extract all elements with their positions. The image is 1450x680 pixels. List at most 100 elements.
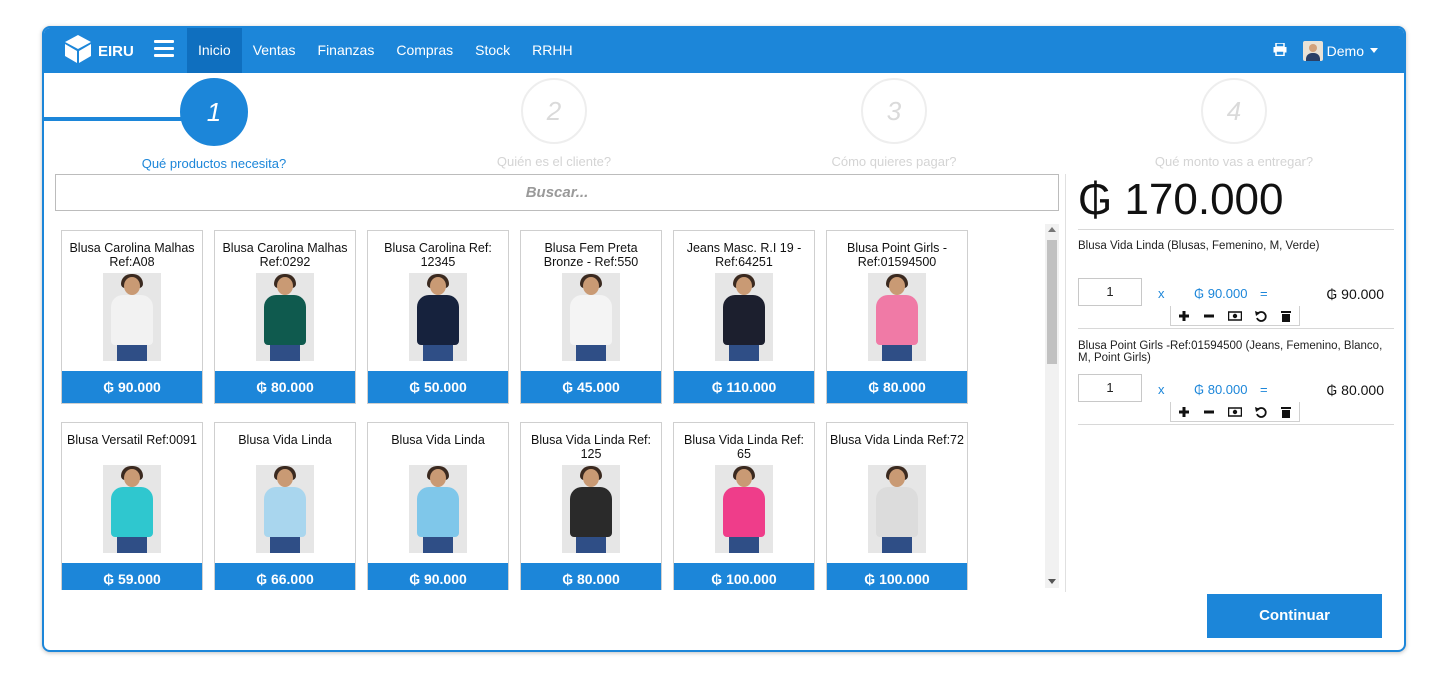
product-price[interactable]: ₲ 50.000 [368, 371, 508, 403]
product-grid-scrollbar[interactable] [1045, 224, 1059, 588]
product-card[interactable]: Jeans Masc. R.I 19 - Ref:64251 ₲ 110.000 [673, 230, 815, 404]
product-price[interactable]: ₲ 80.000 [215, 371, 355, 403]
print-icon[interactable] [1273, 41, 1287, 59]
product-price[interactable]: ₲ 45.000 [521, 371, 661, 403]
multiply-sign: x [1158, 286, 1165, 301]
checkout-steps: 1 Qué productos necesita? 2 Quién es el … [44, 73, 1404, 173]
line-total: ₲ 80.000 [1326, 382, 1384, 398]
divider [1078, 424, 1394, 425]
product-name: Blusa Carolina Ref: 12345 [384, 241, 492, 269]
product-price[interactable]: ₲ 90.000 [62, 371, 202, 403]
product-price[interactable]: ₲ 100.000 [827, 563, 967, 590]
menu-item-inicio[interactable]: Inicio [187, 28, 242, 73]
product-card[interactable]: Blusa Vida Linda Ref:72 ₲ 100.000 [826, 422, 968, 590]
product-name: Blusa Vida Linda Ref: 65 [684, 433, 804, 461]
unit-price: ₲ 90.000 [1194, 286, 1248, 301]
chevron-down-icon[interactable] [1370, 48, 1378, 53]
menu-item-compras[interactable]: Compras [385, 28, 464, 73]
product-name: Blusa Fem Preta Bronze - Ref:550 [543, 241, 639, 269]
cart-item-actions [1170, 402, 1300, 422]
trash-icon[interactable] [1279, 309, 1293, 323]
app-window: EIRU Inicio Ventas Finanzas Compras Stoc… [42, 26, 1406, 652]
product-name: Blusa Vida Linda [238, 433, 332, 447]
step-number: 4 [1201, 78, 1267, 144]
plus-icon[interactable] [1177, 405, 1191, 419]
product-card[interactable]: Blusa Vida Linda ₲ 90.000 [367, 422, 509, 590]
main-menu: Inicio Ventas Finanzas Compras Stock RRH… [187, 28, 584, 73]
product-name: Blusa Point Girls - Ref:01594500 [846, 241, 948, 269]
undo-icon[interactable] [1254, 405, 1268, 419]
product-card[interactable]: Blusa Vida Linda Ref: 125 ₲ 80.000 [520, 422, 662, 590]
quantity-input[interactable]: 1 [1078, 374, 1142, 402]
continue-button[interactable]: Continuar [1207, 594, 1382, 638]
brand-name: EIRU [98, 42, 134, 60]
cash-icon[interactable] [1227, 405, 1243, 419]
undo-icon[interactable] [1254, 309, 1268, 323]
product-card[interactable]: Blusa Vida Linda ₲ 66.000 [214, 422, 356, 590]
product-name: Blusa Carolina Malhas Ref:A08 [69, 241, 195, 269]
product-card[interactable]: Blusa Carolina Ref: 12345 ₲ 50.000 [367, 230, 509, 404]
product-price[interactable]: ₲ 110.000 [674, 371, 814, 403]
product-price[interactable]: ₲ 100.000 [674, 563, 814, 590]
product-image [562, 465, 620, 553]
step-label: Cómo quieres pagar? [831, 154, 957, 169]
product-image [256, 273, 314, 361]
product-price[interactable]: ₲ 80.000 [521, 563, 661, 590]
menu-item-stock[interactable]: Stock [464, 28, 521, 73]
step-3[interactable]: 3 Cómo quieres pagar? [744, 78, 1044, 169]
user-name[interactable]: Demo [1327, 43, 1364, 59]
product-card[interactable]: Blusa Point Girls - Ref:01594500 ₲ 80.000 [826, 230, 968, 404]
product-image [409, 465, 467, 553]
step-1[interactable]: 1 Qué productos necesita? [64, 78, 364, 171]
step-label: Quién es el cliente? [496, 154, 612, 169]
product-name: Blusa Vida Linda [391, 433, 485, 447]
product-card[interactable]: Blusa Vida Linda Ref: 65 ₲ 100.000 [673, 422, 815, 590]
scrollbar-thumb[interactable] [1047, 240, 1057, 364]
equals-sign: = [1260, 286, 1268, 301]
hamburger-menu-icon[interactable] [154, 40, 174, 60]
line-total: ₲ 90.000 [1326, 286, 1384, 302]
product-price[interactable]: ₲ 59.000 [62, 563, 202, 590]
step-number: 3 [861, 78, 927, 144]
trash-icon[interactable] [1279, 405, 1293, 419]
product-card[interactable]: Blusa Versatil Ref:0091 ₲ 59.000 [61, 422, 203, 590]
product-image [103, 273, 161, 361]
step-number: 2 [521, 78, 587, 144]
cart-panel: ₲ 170.000 Blusa Vida Linda (Blusas, Feme… [1065, 174, 1395, 592]
multiply-sign: x [1158, 382, 1165, 397]
product-card[interactable]: Blusa Fem Preta Bronze - Ref:550 ₲ 45.000 [520, 230, 662, 404]
plus-icon[interactable] [1177, 309, 1191, 323]
minus-icon[interactable] [1202, 405, 1216, 419]
cash-icon[interactable] [1227, 309, 1243, 323]
top-navbar: EIRU Inicio Ventas Finanzas Compras Stoc… [44, 28, 1404, 73]
scroll-down-icon[interactable] [1048, 579, 1056, 584]
product-price[interactable]: ₲ 66.000 [215, 563, 355, 590]
product-card[interactable]: Blusa Carolina Malhas Ref:A08 ₲ 90.000 [61, 230, 203, 404]
cart-item-title: Blusa Vida Linda (Blusas, Femenino, M, V… [1078, 240, 1320, 252]
quantity-input[interactable]: 1 [1078, 278, 1142, 306]
step-2[interactable]: 2 Quién es el cliente? [404, 78, 704, 169]
minus-icon[interactable] [1202, 309, 1216, 323]
product-image [103, 465, 161, 553]
product-name: Blusa Versatil Ref:0091 [67, 433, 197, 447]
product-image [868, 273, 926, 361]
menu-item-ventas[interactable]: Ventas [242, 28, 307, 73]
divider [1078, 328, 1394, 329]
nav-right: Demo [1273, 28, 1378, 73]
product-price[interactable]: ₲ 90.000 [368, 563, 508, 590]
product-image [256, 465, 314, 553]
search-input[interactable]: Buscar... [55, 174, 1059, 211]
product-card[interactable]: Blusa Carolina Malhas Ref:0292 ₲ 80.000 [214, 230, 356, 404]
product-name: Jeans Masc. R.I 19 - Ref:64251 [686, 241, 802, 269]
step-4[interactable]: 4 Qué monto vas a entregar? [1084, 78, 1384, 169]
user-avatar[interactable] [1302, 40, 1323, 61]
product-image [868, 465, 926, 553]
cart-item-row: 1 x ₲ 90.000 = ₲ 90.000 [1078, 278, 1394, 306]
product-name: Blusa Vida Linda Ref: 125 [531, 433, 651, 461]
divider [1078, 229, 1394, 230]
menu-item-finanzas[interactable]: Finanzas [307, 28, 386, 73]
scroll-up-icon[interactable] [1048, 227, 1056, 232]
product-price[interactable]: ₲ 80.000 [827, 371, 967, 403]
brand[interactable]: EIRU [64, 34, 134, 68]
menu-item-rrhh[interactable]: RRHH [521, 28, 583, 73]
